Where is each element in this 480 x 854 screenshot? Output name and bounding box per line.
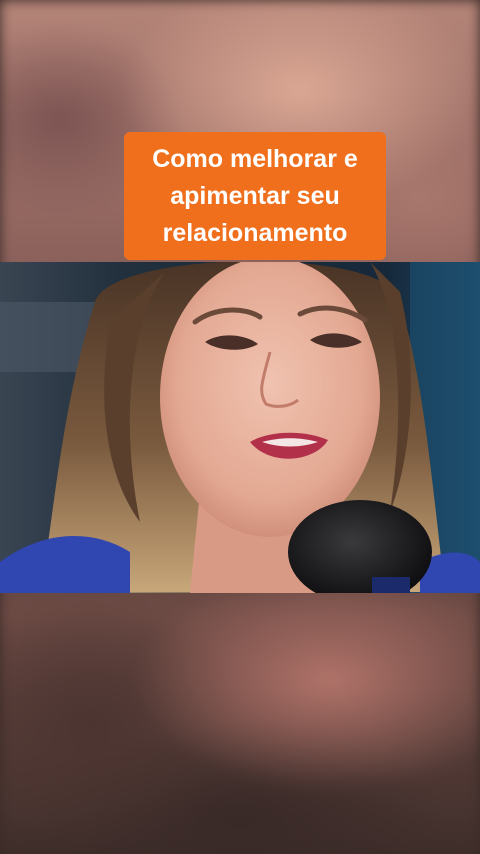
- caption-banner: Como melhorar e apimentar seu relacionam…: [124, 132, 386, 260]
- video-still: [0, 262, 480, 593]
- microphone-stand: [372, 577, 410, 593]
- video-frame[interactable]: [0, 262, 480, 593]
- caption-text: Como melhorar e apimentar seu relacionam…: [152, 144, 358, 247]
- face: [160, 262, 380, 537]
